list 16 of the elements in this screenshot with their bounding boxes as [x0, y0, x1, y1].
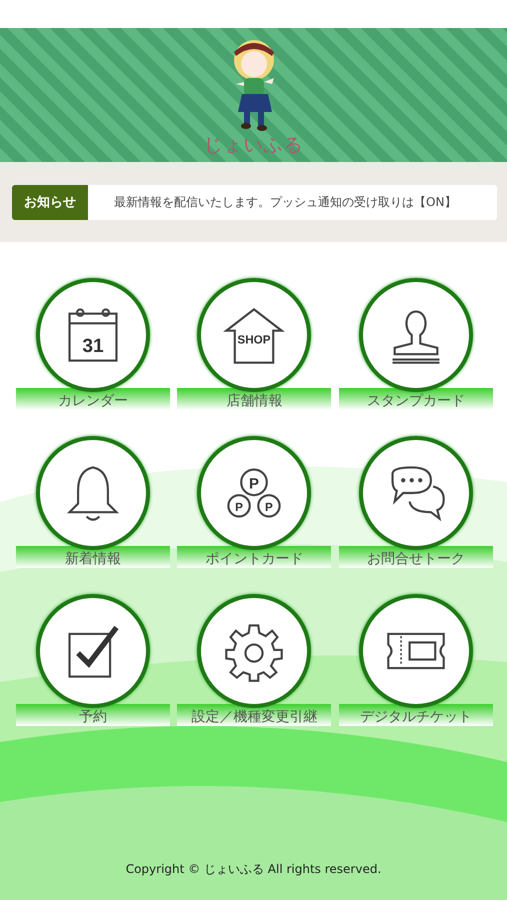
menu-label: 設定／機種変更引継 — [177, 704, 332, 726]
menu-label: ポイントカード — [177, 546, 332, 568]
notice-bar[interactable]: お知らせ 最新情報を配信いたします。プッシュ通知の受け取りは【ON】 — [12, 184, 497, 220]
menu-label: 新着情報 — [16, 546, 170, 568]
menu-label: カレンダー — [16, 388, 170, 410]
notice-message: 最新情報を配信いたします。プッシュ通知の受け取りは【ON】 — [113, 194, 456, 210]
menu-label: 予約 — [16, 704, 170, 726]
menu-label: 店舗情報 — [177, 388, 332, 410]
menu-button[interactable]: 31 — [36, 278, 150, 392]
copyright-text: Copyright © じょいふる All rights reserved. — [124, 861, 382, 878]
menu-label: デジタルチケット — [339, 704, 494, 726]
menu-label: スタンプカード — [339, 388, 494, 410]
app-logo: じょいふる — [204, 134, 304, 156]
menu-button[interactable]: SHOP — [197, 278, 312, 392]
menu-label: お問合せトーク — [339, 546, 494, 568]
notice-label: お知らせ — [12, 184, 88, 220]
